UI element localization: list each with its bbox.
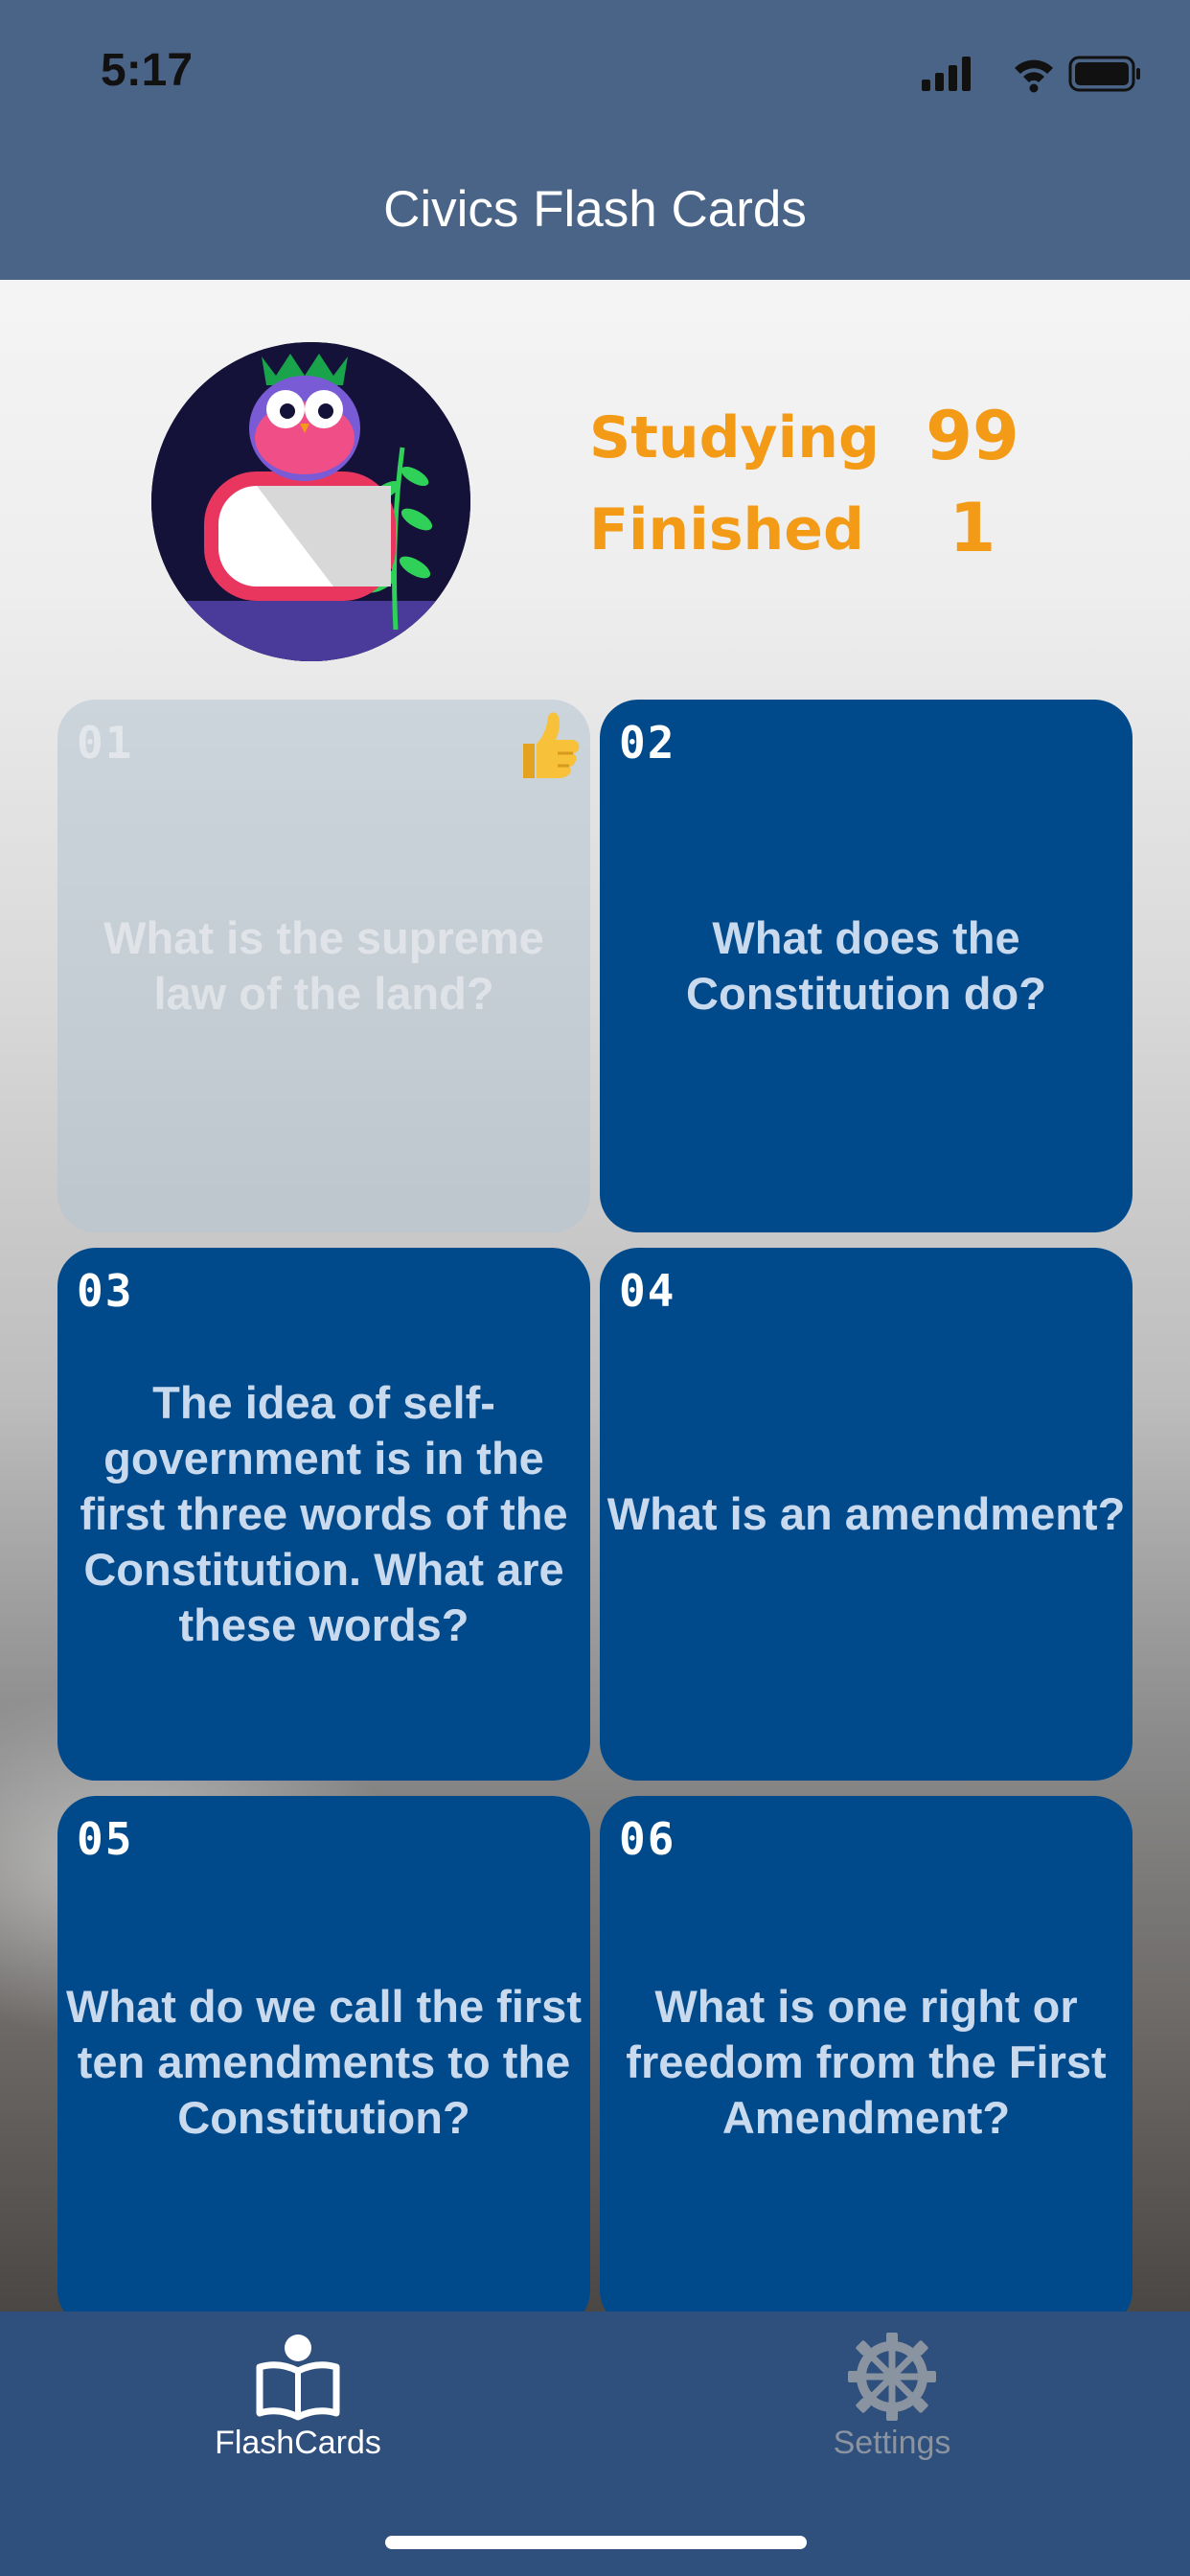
- flashcard[interactable]: 01 What is the supreme law of the land?: [57, 700, 590, 1232]
- tab-settings[interactable]: Settings: [720, 2312, 1064, 2503]
- tab-bar: FlashCards Settings: [0, 2312, 1190, 2576]
- reader-book-icon: [256, 2334, 340, 2421]
- tab-settings-label: Settings: [833, 2425, 951, 2461]
- card-question: What do we call the first ten amendments…: [66, 1981, 582, 2143]
- flashcard[interactable]: 04 What is an amendment?: [600, 1248, 1133, 1781]
- status-bar: 5:17: [0, 0, 1190, 144]
- tab-flashcards[interactable]: FlashCards: [126, 2312, 470, 2503]
- studying-count: 99: [926, 397, 1019, 475]
- flashcard[interactable]: 06 What is one right or freedom from the…: [600, 1796, 1133, 2312]
- owl-mascot-image: [151, 342, 470, 661]
- content-area[interactable]: Studying 99 Finished 1 01 What is the su…: [0, 280, 1190, 2312]
- finished-label: Finished: [589, 496, 864, 564]
- flashcard[interactable]: 02 What does the Constitution do?: [600, 700, 1133, 1232]
- progress-stats: Studying 99 Finished 1: [589, 397, 1030, 588]
- card-question: What does the Constitution do?: [686, 912, 1046, 1019]
- card-question: What is the supreme law of the land?: [103, 912, 544, 1019]
- gear-icon: [848, 2333, 936, 2421]
- navigation-bar: Civics Flash Cards: [0, 144, 1190, 280]
- studying-stat: Studying 99: [589, 397, 1030, 496]
- card-question: What is one right or freedom from the Fi…: [626, 1981, 1107, 2143]
- battery-icon: [1068, 56, 1140, 92]
- status-icons: [922, 56, 1140, 93]
- finished-count: 1: [949, 489, 996, 567]
- flashcard[interactable]: 03 The idea of self-government is in the…: [57, 1248, 590, 1781]
- page-title: Civics Flash Cards: [383, 181, 807, 238]
- cellular-signal-icon: [922, 57, 971, 91]
- wifi-icon: [1015, 59, 1053, 93]
- finished-stat: Finished 1: [589, 489, 1030, 588]
- book-icon: [204, 472, 396, 601]
- card-question: The idea of self-government is in the fi…: [80, 1377, 568, 1650]
- studying-label: Studying: [589, 404, 880, 472]
- card-question: What is an amendment?: [606, 1488, 1126, 1539]
- tab-flashcards-label: FlashCards: [215, 2425, 381, 2461]
- home-indicator[interactable]: [385, 2536, 807, 2549]
- flashcard[interactable]: 05 What do we call the first ten amendme…: [57, 1796, 590, 2312]
- status-time: 5:17: [101, 45, 194, 96]
